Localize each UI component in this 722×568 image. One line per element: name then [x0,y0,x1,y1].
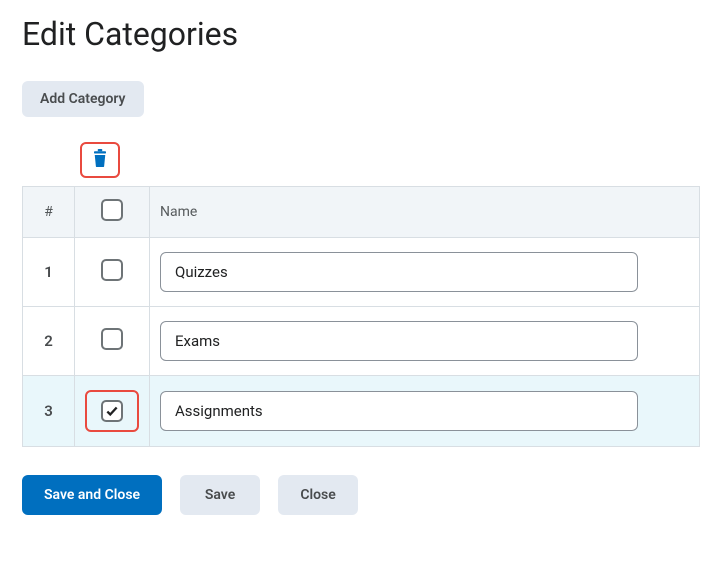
table-row: 3 [23,376,700,447]
save-and-close-button[interactable]: Save and Close [22,475,162,515]
trash-icon [91,148,109,168]
col-header-name: Name [150,187,700,238]
delete-button[interactable] [91,148,109,172]
col-header-select [75,187,150,238]
row-number: 1 [23,238,75,307]
checkbox-highlight [85,390,139,432]
footer-actions: Save and Close Save Close [22,475,700,515]
categories-table: # Name 1 [22,186,700,447]
row-checkbox[interactable] [101,259,123,281]
category-name-input[interactable] [160,391,638,431]
select-all-checkbox[interactable] [101,199,123,221]
delete-highlight [80,142,120,178]
save-button[interactable]: Save [180,475,260,515]
table-row: 2 [23,307,700,376]
add-category-button[interactable]: Add Category [22,81,144,117]
table-row: 1 [23,238,700,307]
category-name-input[interactable] [160,252,638,292]
row-number: 2 [23,307,75,376]
row-checkbox[interactable] [101,400,123,422]
category-name-input[interactable] [160,321,638,361]
row-number: 3 [23,376,75,447]
col-header-number: # [23,187,75,238]
row-checkbox[interactable] [101,328,123,350]
close-button[interactable]: Close [278,475,358,515]
page-title: Edit Categories [22,15,700,53]
